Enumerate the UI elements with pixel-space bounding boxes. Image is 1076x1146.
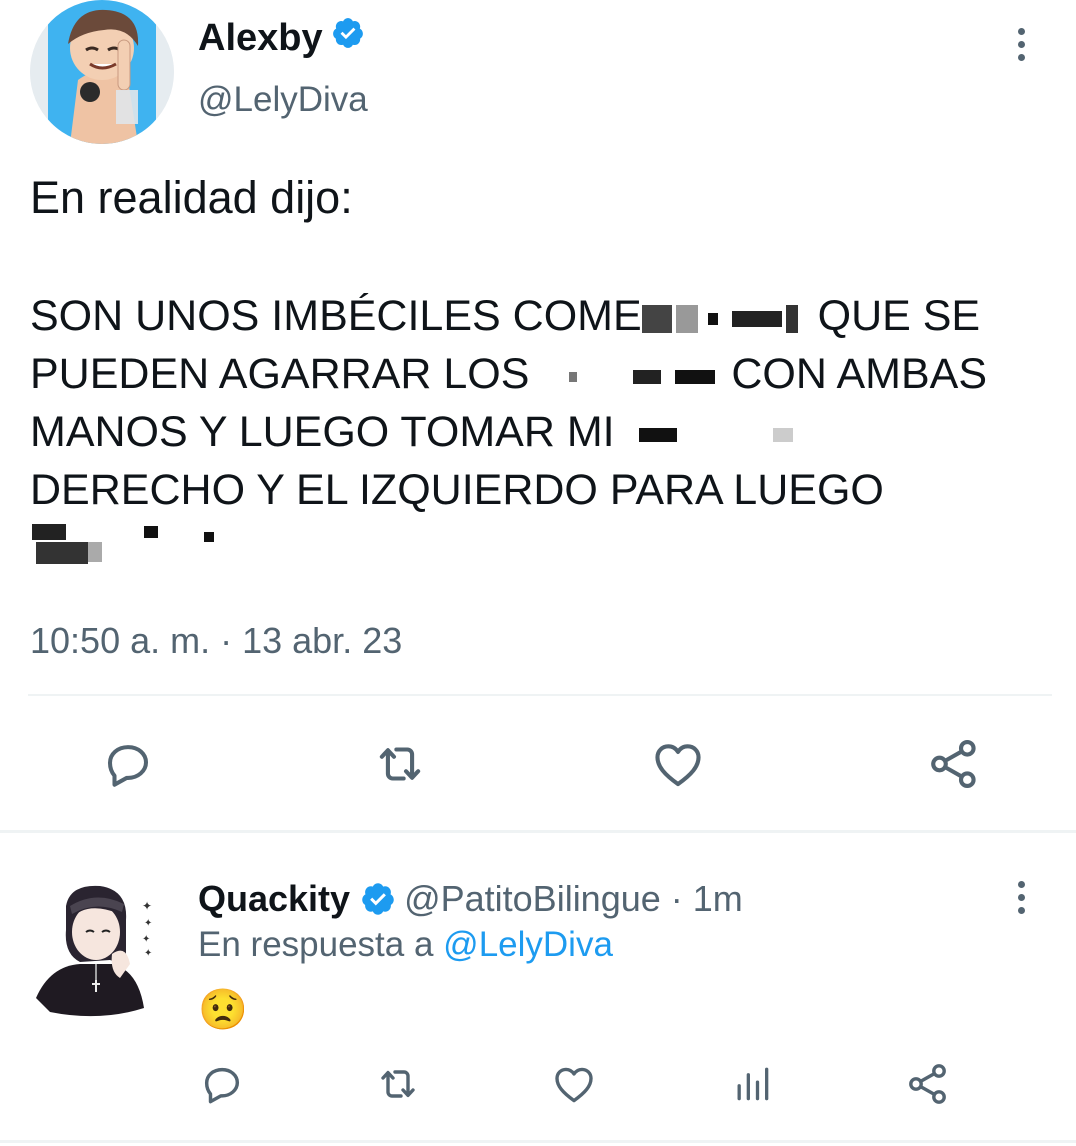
analytics-icon — [737, 1067, 769, 1101]
section-divider — [0, 1140, 1076, 1143]
retweet-icon — [381, 1070, 415, 1098]
replying-to: En respuesta a @LelyDiva — [198, 925, 613, 965]
redaction-mark — [675, 304, 698, 333]
svg-text:✦: ✦ — [144, 948, 152, 959]
redaction-mark — [772, 427, 793, 442]
divider — [28, 694, 1052, 696]
svg-text:✦: ✦ — [144, 918, 152, 929]
tweet-text-fragment: MANOS Y LUEGO TOMAR MI — [30, 408, 615, 456]
tweet-text-fragment: PUEDEN AGARRAR LOS — [30, 350, 530, 398]
redaction-mark — [144, 526, 158, 538]
more-dot — [1017, 40, 1025, 48]
tweet-text-fragment: DERECHO Y EL IZQUIERDO PARA LUEGO — [30, 466, 884, 514]
retweet-icon — [379, 747, 421, 781]
tweet-text-fragment: QUE SE — [817, 292, 981, 340]
redacted-line — [32, 522, 232, 568]
share-icon — [931, 739, 976, 789]
redaction-mark — [785, 304, 798, 333]
author-handle[interactable]: @LelyDiva — [198, 80, 368, 120]
redaction-mark — [88, 542, 102, 562]
reply-author-meta[interactable]: @PatitoBilingue · 1m — [404, 878, 743, 920]
reply-like-button[interactable] — [548, 1058, 600, 1110]
replying-to-label: En respuesta a — [198, 925, 434, 964]
reply-icon — [204, 1067, 240, 1104]
tweet-text-line: PUEDEN AGARRAR LOS CON AMBAS — [30, 348, 987, 400]
author-avatar[interactable] — [30, 0, 174, 144]
tweet-text-line: SON UNOS IMBÉCILES COME QUE SE — [30, 290, 980, 342]
replying-to-handle[interactable]: @LelyDiva — [443, 925, 613, 964]
redaction-mark — [36, 542, 88, 564]
author-display-name[interactable]: Alexby — [198, 17, 323, 60]
retweet-button[interactable] — [368, 734, 432, 794]
redaction-mark — [569, 371, 578, 382]
more-dot — [1017, 27, 1025, 35]
redaction-mark — [638, 427, 677, 442]
more-dot — [1017, 880, 1025, 888]
reply-analytics-button[interactable] — [726, 1058, 778, 1110]
tweet-text-intro: En realidad dijo: — [30, 172, 353, 223]
more-dot — [1017, 906, 1025, 914]
reply-icon — [107, 745, 149, 787]
verified-badge-icon — [331, 16, 365, 60]
like-button[interactable] — [646, 734, 710, 794]
reply-header: Quackity @PatitoBilingue · 1m — [198, 878, 743, 920]
reply-reply-button[interactable] — [196, 1058, 248, 1110]
svg-text:✦: ✦ — [142, 934, 150, 945]
reply-button[interactable] — [96, 734, 160, 794]
reply-author-name[interactable]: Quackity — [198, 878, 350, 920]
reply-share-button[interactable] — [902, 1058, 954, 1110]
tweet-text-line: MANOS Y LUEGO TOMAR MI — [30, 406, 793, 458]
tweet-text-fragment: CON AMBAS — [731, 350, 988, 398]
reply-more-options-button[interactable] — [1006, 877, 1036, 917]
tweet-timestamp[interactable]: 10:50 a. m. · 13 abr. 23 — [30, 620, 402, 662]
reply-retweet-button[interactable] — [372, 1058, 424, 1110]
author-name-row[interactable]: Alexby — [198, 16, 365, 60]
more-dot — [1017, 893, 1025, 901]
redaction-mark — [707, 312, 718, 325]
tweet-text-fragment: SON UNOS IMBÉCILES COME — [30, 292, 642, 340]
reply-text: 😟 — [198, 988, 248, 1032]
verified-badge-icon — [360, 881, 396, 917]
section-divider — [0, 830, 1076, 833]
redaction-mark — [675, 369, 716, 384]
reply-author-avatar[interactable]: ✦ ✦ ✦ ✦ — [30, 880, 160, 1020]
more-options-button[interactable] — [1006, 24, 1036, 64]
redaction-mark — [204, 532, 214, 542]
like-icon — [555, 1067, 593, 1103]
redaction-mark — [32, 524, 66, 540]
redaction-mark — [641, 304, 672, 333]
more-dot — [1017, 53, 1025, 61]
redaction-mark — [731, 310, 782, 327]
share-button[interactable] — [922, 734, 986, 794]
tweet-text-line: DERECHO Y EL IZQUIERDO PARA LUEGO — [30, 464, 884, 516]
redaction-mark — [633, 369, 662, 384]
share-icon — [909, 1064, 946, 1104]
svg-text:✦: ✦ — [142, 899, 152, 913]
like-icon — [655, 744, 701, 787]
